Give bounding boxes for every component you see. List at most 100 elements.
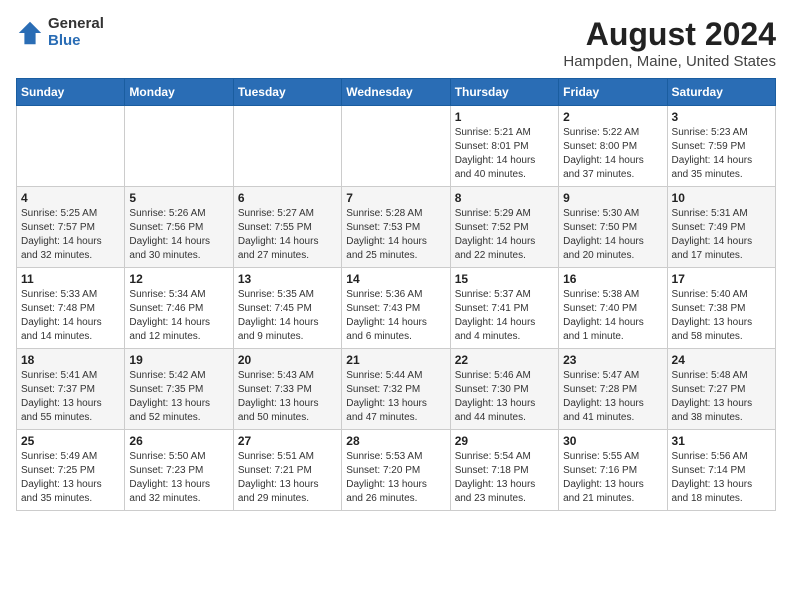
calendar-cell: 29 Sunrise: 5:54 AM Sunset: 7:18 PM Dayli…: [450, 430, 558, 511]
logo-general: General: [48, 16, 104, 33]
day-number: 26: [129, 434, 228, 448]
day-info: Sunrise: 5:33 AM Sunset: 7:48 PM Dayligh…: [21, 288, 120, 344]
day-number: 27: [238, 434, 337, 448]
day-info: Sunrise: 5:56 AM Sunset: 7:14 PM Dayligh…: [672, 450, 771, 506]
day-info: Sunrise: 5:37 AM Sunset: 7:41 PM Dayligh…: [455, 288, 554, 344]
day-info: Sunrise: 5:41 AM Sunset: 7:37 PM Dayligh…: [21, 369, 120, 425]
calendar-cell: [233, 106, 341, 187]
day-number: 15: [455, 272, 554, 286]
day-number: 18: [21, 353, 120, 367]
calendar-cell: 9 Sunrise: 5:30 AM Sunset: 7:50 PM Daylig…: [559, 187, 667, 268]
day-info: Sunrise: 5:27 AM Sunset: 7:55 PM Dayligh…: [238, 207, 337, 263]
day-info: Sunrise: 5:31 AM Sunset: 7:49 PM Dayligh…: [672, 207, 771, 263]
day-number: 11: [21, 272, 120, 286]
calendar-cell: 4Sunrise: 5:25 AM Sunset: 7:57 PM Daylig…: [17, 187, 125, 268]
day-info: Sunrise: 5:29 AM Sunset: 7:52 PM Dayligh…: [455, 207, 554, 263]
day-number: 3: [672, 110, 771, 124]
day-info: Sunrise: 5:48 AM Sunset: 7:27 PM Dayligh…: [672, 369, 771, 425]
week-row-4: 18 Sunrise: 5:41 AM Sunset: 7:37 PM Dayli…: [17, 349, 776, 430]
calendar-cell: 11 Sunrise: 5:33 AM Sunset: 7:48 PM Dayli…: [17, 268, 125, 349]
day-info: Sunrise: 5:30 AM Sunset: 7:50 PM Dayligh…: [563, 207, 662, 263]
day-info: Sunrise: 5:49 AM Sunset: 7:25 PM Dayligh…: [21, 450, 120, 506]
logo-text: General Blue: [48, 16, 104, 49]
logo-icon: [16, 19, 44, 47]
week-row-3: 11 Sunrise: 5:33 AM Sunset: 7:48 PM Dayli…: [17, 268, 776, 349]
day-info: Sunrise: 5:54 AM Sunset: 7:18 PM Dayligh…: [455, 450, 554, 506]
day-info: Sunrise: 5:36 AM Sunset: 7:43 PM Dayligh…: [346, 288, 445, 344]
calendar-cell: 16Sunrise: 5:38 AM Sunset: 7:40 PM Dayli…: [559, 268, 667, 349]
day-info: Sunrise: 5:26 AM Sunset: 7:56 PM Dayligh…: [129, 207, 228, 263]
day-info: Sunrise: 5:46 AM Sunset: 7:30 PM Dayligh…: [455, 369, 554, 425]
day-info: Sunrise: 5:40 AM Sunset: 7:38 PM Dayligh…: [672, 288, 771, 344]
calendar-cell: 22 Sunrise: 5:46 AM Sunset: 7:30 PM Dayli…: [450, 349, 558, 430]
calendar-cell: 3 Sunrise: 5:23 AM Sunset: 7:59 PM Daylig…: [667, 106, 775, 187]
calendar-title: August 2024: [563, 16, 776, 53]
day-number: 24: [672, 353, 771, 367]
day-info: Sunrise: 5:28 AM Sunset: 7:53 PM Dayligh…: [346, 207, 445, 263]
day-number: 22: [455, 353, 554, 367]
day-info: Sunrise: 5:50 AM Sunset: 7:23 PM Dayligh…: [129, 450, 228, 506]
logo: General Blue: [16, 16, 104, 49]
weekday-header-friday: Friday: [559, 79, 667, 106]
day-number: 16: [563, 272, 662, 286]
calendar-body: 1 Sunrise: 5:21 AM Sunset: 8:01 PM Daylig…: [17, 106, 776, 511]
day-number: 1: [455, 110, 554, 124]
calendar-cell: 28 Sunrise: 5:53 AM Sunset: 7:20 PM Dayli…: [342, 430, 450, 511]
calendar-cell: 14 Sunrise: 5:36 AM Sunset: 7:43 PM Dayli…: [342, 268, 450, 349]
day-number: 9: [563, 191, 662, 205]
calendar-cell: 2 Sunrise: 5:22 AM Sunset: 8:00 PM Daylig…: [559, 106, 667, 187]
calendar-cell: 20Sunrise: 5:43 AM Sunset: 7:33 PM Dayli…: [233, 349, 341, 430]
day-number: 17: [672, 272, 771, 286]
day-number: 6: [238, 191, 337, 205]
week-row-5: 25 Sunrise: 5:49 AM Sunset: 7:25 PM Dayli…: [17, 430, 776, 511]
calendar-cell: 23Sunrise: 5:47 AM Sunset: 7:28 PM Dayli…: [559, 349, 667, 430]
calendar-cell: 17 Sunrise: 5:40 AM Sunset: 7:38 PM Dayli…: [667, 268, 775, 349]
day-info: Sunrise: 5:44 AM Sunset: 7:32 PM Dayligh…: [346, 369, 445, 425]
calendar-cell: 18 Sunrise: 5:41 AM Sunset: 7:37 PM Dayli…: [17, 349, 125, 430]
calendar-cell: 8 Sunrise: 5:29 AM Sunset: 7:52 PM Daylig…: [450, 187, 558, 268]
calendar-cell: 10 Sunrise: 5:31 AM Sunset: 7:49 PM Dayli…: [667, 187, 775, 268]
day-number: 7: [346, 191, 445, 205]
day-number: 21: [346, 353, 445, 367]
day-info: Sunrise: 5:22 AM Sunset: 8:00 PM Dayligh…: [563, 126, 662, 182]
day-info: Sunrise: 5:47 AM Sunset: 7:28 PM Dayligh…: [563, 369, 662, 425]
day-info: Sunrise: 5:21 AM Sunset: 8:01 PM Dayligh…: [455, 126, 554, 182]
calendar-cell: 15 Sunrise: 5:37 AM Sunset: 7:41 PM Dayli…: [450, 268, 558, 349]
day-info: Sunrise: 5:51 AM Sunset: 7:21 PM Dayligh…: [238, 450, 337, 506]
weekday-header-saturday: Saturday: [667, 79, 775, 106]
day-info: Sunrise: 5:55 AM Sunset: 7:16 PM Dayligh…: [563, 450, 662, 506]
calendar-cell: 24 Sunrise: 5:48 AM Sunset: 7:27 PM Dayli…: [667, 349, 775, 430]
day-number: 4: [21, 191, 120, 205]
day-number: 20: [238, 353, 337, 367]
calendar-cell: 21 Sunrise: 5:44 AM Sunset: 7:32 PM Dayli…: [342, 349, 450, 430]
day-number: 10: [672, 191, 771, 205]
day-info: Sunrise: 5:35 AM Sunset: 7:45 PM Dayligh…: [238, 288, 337, 344]
day-number: 30: [563, 434, 662, 448]
weekday-header-wednesday: Wednesday: [342, 79, 450, 106]
day-number: 28: [346, 434, 445, 448]
week-row-1: 1 Sunrise: 5:21 AM Sunset: 8:01 PM Daylig…: [17, 106, 776, 187]
calendar-table: SundayMondayTuesdayWednesdayThursdayFrid…: [16, 78, 776, 511]
calendar-cell: 30 Sunrise: 5:55 AM Sunset: 7:16 PM Dayli…: [559, 430, 667, 511]
weekday-header-monday: Monday: [125, 79, 233, 106]
calendar-cell: 1 Sunrise: 5:21 AM Sunset: 8:01 PM Daylig…: [450, 106, 558, 187]
calendar-cell: [125, 106, 233, 187]
calendar-cell: [342, 106, 450, 187]
day-info: Sunrise: 5:23 AM Sunset: 7:59 PM Dayligh…: [672, 126, 771, 182]
calendar-cell: 27 Sunrise: 5:51 AM Sunset: 7:21 PM Dayli…: [233, 430, 341, 511]
day-info: Sunrise: 5:53 AM Sunset: 7:20 PM Dayligh…: [346, 450, 445, 506]
weekday-header-tuesday: Tuesday: [233, 79, 341, 106]
calendar-subtitle: Hampden, Maine, United States: [563, 53, 776, 70]
day-number: 14: [346, 272, 445, 286]
day-info: Sunrise: 5:42 AM Sunset: 7:35 PM Dayligh…: [129, 369, 228, 425]
day-info: Sunrise: 5:34 AM Sunset: 7:46 PM Dayligh…: [129, 288, 228, 344]
calendar-cell: 31Sunrise: 5:56 AM Sunset: 7:14 PM Dayli…: [667, 430, 775, 511]
day-number: 29: [455, 434, 554, 448]
day-number: 25: [21, 434, 120, 448]
weekday-header-thursday: Thursday: [450, 79, 558, 106]
day-number: 19: [129, 353, 228, 367]
day-number: 5: [129, 191, 228, 205]
day-number: 8: [455, 191, 554, 205]
calendar-cell: 5 Sunrise: 5:26 AM Sunset: 7:56 PM Daylig…: [125, 187, 233, 268]
day-number: 2: [563, 110, 662, 124]
